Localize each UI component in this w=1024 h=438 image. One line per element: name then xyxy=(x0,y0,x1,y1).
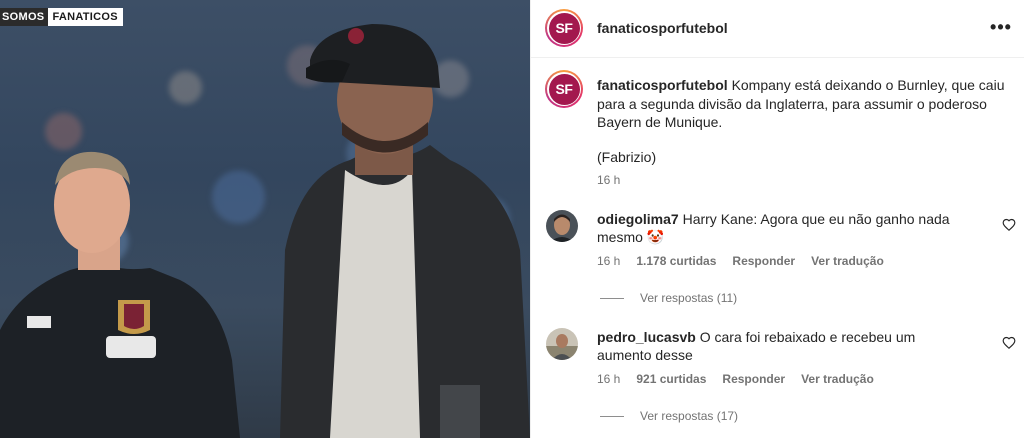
instagram-post: SOMOS FANATICOS SF fanaticosporfutebol •… xyxy=(0,0,1024,438)
comment-time[interactable]: 16 h xyxy=(597,254,620,268)
post-photo[interactable]: SOMOS FANATICOS xyxy=(0,0,530,438)
caption-text-block: fanaticosporfutebol Kompany está deixand… xyxy=(597,76,1007,132)
comment-username[interactable]: odiegolima7 xyxy=(597,211,679,227)
caption-timestamp[interactable]: 16 h xyxy=(597,173,620,187)
view-replies-button[interactable]: Ver respostas (11) xyxy=(600,291,737,305)
reply-button[interactable]: Responder xyxy=(722,372,785,386)
heart-icon[interactable] xyxy=(1002,218,1016,232)
view-replies-button[interactable]: Ver respostas (17) xyxy=(600,409,738,423)
reply-button[interactable]: Responder xyxy=(732,254,795,268)
comment-likes[interactable]: 1.178 curtidas xyxy=(636,254,716,268)
commenter-photo xyxy=(546,328,578,360)
comment-time[interactable]: 16 h xyxy=(597,372,620,386)
caption-avatar[interactable]: SF xyxy=(545,70,583,108)
photo-people xyxy=(0,24,530,438)
comment-likes[interactable]: 921 curtidas xyxy=(636,372,706,386)
avatar-initials: SF xyxy=(548,12,580,44)
view-replies-label: Ver respostas (17) xyxy=(640,409,739,423)
brand-watermark-part2: FANATICOS xyxy=(48,8,123,26)
header-username[interactable]: fanaticosporfutebol xyxy=(597,20,728,36)
comment-text-block: pedro_lucasvb O cara foi rebaixado e rec… xyxy=(597,328,957,364)
translate-button[interactable]: Ver tradução xyxy=(811,254,884,268)
comment-avatar[interactable] xyxy=(546,328,578,360)
commenter-photo xyxy=(546,210,578,242)
caption-username[interactable]: fanaticosporfutebol xyxy=(597,77,728,93)
caption-avatar-initials: SF xyxy=(548,73,580,105)
view-replies-label: Ver respostas (11) xyxy=(640,291,738,305)
comment-text-block: odiegolima7 Harry Kane: Agora que eu não… xyxy=(597,210,957,246)
more-options-icon[interactable]: ••• xyxy=(989,17,1013,39)
avatar[interactable]: SF xyxy=(545,9,583,47)
brand-watermark-part1: SOMOS xyxy=(0,8,49,26)
heart-icon[interactable] xyxy=(1002,336,1016,350)
translate-button[interactable]: Ver tradução xyxy=(801,372,874,386)
comment-avatar[interactable] xyxy=(546,210,578,242)
comment-username[interactable]: pedro_lucasvb xyxy=(597,329,696,345)
brand-watermark: SOMOS FANATICOS xyxy=(0,8,123,26)
post-header: SF fanaticosporfutebol ••• xyxy=(531,0,1024,58)
replies-divider xyxy=(600,415,624,417)
comment-meta: 16 h 1.178 curtidas Responder Ver traduç… xyxy=(597,254,900,268)
comment-meta: 16 h 921 curtidas Responder Ver tradução xyxy=(597,372,890,386)
replies-divider xyxy=(600,297,624,299)
caption-source: (Fabrizio) xyxy=(597,149,657,165)
